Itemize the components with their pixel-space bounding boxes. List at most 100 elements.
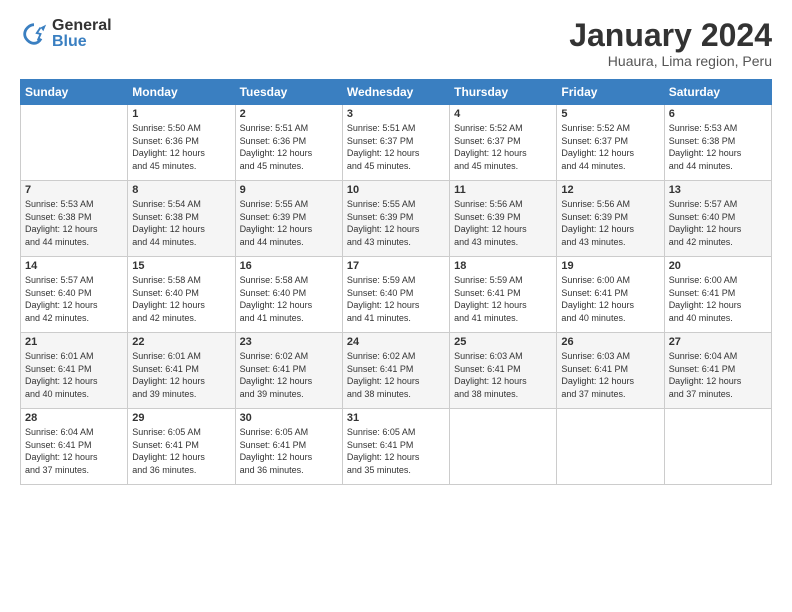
calendar-cell: 17Sunrise: 5:59 AMSunset: 6:40 PMDayligh…: [342, 257, 449, 333]
calendar-cell: 10Sunrise: 5:55 AMSunset: 6:39 PMDayligh…: [342, 181, 449, 257]
daylight-text: Daylight: 12 hours: [240, 147, 338, 160]
day-info: Sunrise: 5:57 AMSunset: 6:40 PMDaylight:…: [25, 274, 123, 324]
sunrise-text: Sunrise: 6:02 AM: [240, 350, 338, 363]
calendar-cell: 31Sunrise: 6:05 AMSunset: 6:41 PMDayligh…: [342, 409, 449, 485]
calendar-cell: 24Sunrise: 6:02 AMSunset: 6:41 PMDayligh…: [342, 333, 449, 409]
day-info: Sunrise: 6:05 AMSunset: 6:41 PMDaylight:…: [240, 426, 338, 476]
sunrise-text: Sunrise: 6:05 AM: [240, 426, 338, 439]
day-info: Sunrise: 6:00 AMSunset: 6:41 PMDaylight:…: [561, 274, 659, 324]
sunset-text: Sunset: 6:39 PM: [454, 211, 552, 224]
day-number: 20: [669, 260, 767, 272]
daylight-minutes-text: and 44 minutes.: [132, 236, 230, 249]
day-number: 19: [561, 260, 659, 272]
calendar-cell: 13Sunrise: 5:57 AMSunset: 6:40 PMDayligh…: [664, 181, 771, 257]
title-section: January 2024 Huaura, Lima region, Peru: [569, 18, 772, 69]
daylight-minutes-text: and 42 minutes.: [669, 236, 767, 249]
sunset-text: Sunset: 6:40 PM: [132, 287, 230, 300]
logo: General Blue: [20, 18, 112, 50]
daylight-text: Daylight: 12 hours: [454, 375, 552, 388]
sunrise-text: Sunrise: 6:01 AM: [25, 350, 123, 363]
daylight-text: Daylight: 12 hours: [25, 451, 123, 464]
sunset-text: Sunset: 6:39 PM: [347, 211, 445, 224]
day-info: Sunrise: 5:59 AMSunset: 6:41 PMDaylight:…: [454, 274, 552, 324]
day-number: 4: [454, 108, 552, 120]
daylight-minutes-text: and 44 minutes.: [25, 236, 123, 249]
calendar-cell: [664, 409, 771, 485]
calendar-week-row: 7Sunrise: 5:53 AMSunset: 6:38 PMDaylight…: [21, 181, 772, 257]
calendar-cell: 28Sunrise: 6:04 AMSunset: 6:41 PMDayligh…: [21, 409, 128, 485]
sunset-text: Sunset: 6:41 PM: [454, 363, 552, 376]
sunrise-text: Sunrise: 5:52 AM: [561, 122, 659, 135]
day-info: Sunrise: 5:56 AMSunset: 6:39 PMDaylight:…: [454, 198, 552, 248]
calendar-cell: 1Sunrise: 5:50 AMSunset: 6:36 PMDaylight…: [128, 105, 235, 181]
logo-icon: [20, 20, 48, 48]
day-info: Sunrise: 6:01 AMSunset: 6:41 PMDaylight:…: [132, 350, 230, 400]
daylight-text: Daylight: 12 hours: [132, 451, 230, 464]
sunset-text: Sunset: 6:37 PM: [454, 135, 552, 148]
day-number: 27: [669, 336, 767, 348]
daylight-minutes-text: and 36 minutes.: [132, 464, 230, 477]
calendar-cell: [450, 409, 557, 485]
day-info: Sunrise: 5:55 AMSunset: 6:39 PMDaylight:…: [240, 198, 338, 248]
header-row: SundayMondayTuesdayWednesdayThursdayFrid…: [21, 80, 772, 105]
calendar-cell: 5 Sunrise: 5:52 AMSunset: 6:37 PMDaylight…: [557, 105, 664, 181]
sunset-text: Sunset: 6:40 PM: [669, 211, 767, 224]
sunset-text: Sunset: 6:38 PM: [25, 211, 123, 224]
sunrise-text: Sunrise: 5:53 AM: [25, 198, 123, 211]
sunset-text: Sunset: 6:41 PM: [240, 363, 338, 376]
sunrise-text: Sunrise: 5:59 AM: [454, 274, 552, 287]
daylight-minutes-text: and 41 minutes.: [347, 312, 445, 325]
day-number: 12: [561, 184, 659, 196]
calendar-cell: 23Sunrise: 6:02 AMSunset: 6:41 PMDayligh…: [235, 333, 342, 409]
daylight-minutes-text: and 44 minutes.: [669, 160, 767, 173]
daylight-text: Daylight: 12 hours: [132, 147, 230, 160]
weekday-header: Sunday: [21, 80, 128, 105]
daylight-text: Daylight: 12 hours: [669, 299, 767, 312]
daylight-text: Daylight: 12 hours: [132, 223, 230, 236]
daylight-text: Daylight: 12 hours: [240, 223, 338, 236]
day-info: Sunrise: 6:05 AMSunset: 6:41 PMDaylight:…: [132, 426, 230, 476]
weekday-header: Saturday: [664, 80, 771, 105]
calendar-cell: 30Sunrise: 6:05 AMSunset: 6:41 PMDayligh…: [235, 409, 342, 485]
daylight-minutes-text: and 38 minutes.: [347, 388, 445, 401]
daylight-minutes-text: and 44 minutes.: [240, 236, 338, 249]
day-number: 9: [240, 184, 338, 196]
sunset-text: Sunset: 6:41 PM: [347, 439, 445, 452]
sunset-text: Sunset: 6:38 PM: [132, 211, 230, 224]
sunset-text: Sunset: 6:36 PM: [240, 135, 338, 148]
sunset-text: Sunset: 6:41 PM: [240, 439, 338, 452]
calendar-cell: 15Sunrise: 5:58 AMSunset: 6:40 PMDayligh…: [128, 257, 235, 333]
daylight-minutes-text: and 45 minutes.: [132, 160, 230, 173]
daylight-minutes-text: and 41 minutes.: [240, 312, 338, 325]
day-info: Sunrise: 5:52 AMSunset: 6:37 PMDaylight:…: [561, 122, 659, 172]
logo-general: General: [52, 18, 112, 34]
day-info: Sunrise: 6:03 AMSunset: 6:41 PMDaylight:…: [561, 350, 659, 400]
month-title: January 2024: [569, 18, 772, 53]
sunrise-text: Sunrise: 5:58 AM: [240, 274, 338, 287]
day-number: 15: [132, 260, 230, 272]
daylight-minutes-text: and 35 minutes.: [347, 464, 445, 477]
day-number: 1: [132, 108, 230, 120]
weekday-header: Wednesday: [342, 80, 449, 105]
daylight-text: Daylight: 12 hours: [347, 299, 445, 312]
sunrise-text: Sunrise: 5:57 AM: [669, 198, 767, 211]
day-info: Sunrise: 6:04 AMSunset: 6:41 PMDaylight:…: [25, 426, 123, 476]
calendar-cell: 12Sunrise: 5:56 AMSunset: 6:39 PMDayligh…: [557, 181, 664, 257]
sunrise-text: Sunrise: 6:04 AM: [25, 426, 123, 439]
day-number: 14: [25, 260, 123, 272]
calendar-cell: 25Sunrise: 6:03 AMSunset: 6:41 PMDayligh…: [450, 333, 557, 409]
day-info: Sunrise: 5:57 AMSunset: 6:40 PMDaylight:…: [669, 198, 767, 248]
daylight-text: Daylight: 12 hours: [669, 375, 767, 388]
calendar-week-row: 21Sunrise: 6:01 AMSunset: 6:41 PMDayligh…: [21, 333, 772, 409]
daylight-minutes-text: and 38 minutes.: [454, 388, 552, 401]
day-number: 2: [240, 108, 338, 120]
calendar-cell: 21Sunrise: 6:01 AMSunset: 6:41 PMDayligh…: [21, 333, 128, 409]
daylight-minutes-text: and 37 minutes.: [669, 388, 767, 401]
daylight-minutes-text: and 43 minutes.: [561, 236, 659, 249]
calendar-cell: 20Sunrise: 6:00 AMSunset: 6:41 PMDayligh…: [664, 257, 771, 333]
day-info: Sunrise: 5:54 AMSunset: 6:38 PMDaylight:…: [132, 198, 230, 248]
day-info: Sunrise: 6:02 AMSunset: 6:41 PMDaylight:…: [347, 350, 445, 400]
day-number: 5: [561, 108, 659, 120]
sunset-text: Sunset: 6:41 PM: [669, 363, 767, 376]
calendar-cell: 9 Sunrise: 5:55 AMSunset: 6:39 PMDaylight…: [235, 181, 342, 257]
